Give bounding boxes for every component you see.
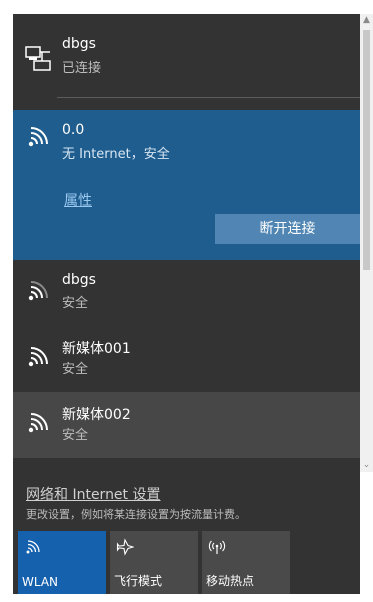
airplane-icon	[116, 538, 134, 556]
wifi-icon	[28, 281, 48, 301]
wlan-label: WLAN	[22, 575, 59, 589]
network-item[interactable]: 新媒体001 安全	[13, 326, 360, 392]
airplane-mode-label: 飞行模式	[114, 574, 163, 588]
mobile-hotspot-label: 移动热点	[206, 574, 255, 588]
wifi-icon	[28, 127, 48, 147]
network-flyout: dbgs 已连接 0.0 无 Internet，安全 属性 断开连接 dbgs …	[13, 14, 360, 594]
ethernet-status: 已连接	[62, 61, 102, 76]
scrollbar[interactable]: ▲ ⌄	[360, 14, 373, 472]
airplane-mode-toggle[interactable]: 飞行模式	[110, 531, 198, 594]
hotspot-icon	[208, 540, 226, 554]
network-item[interactable]: 新媒体002 安全	[13, 392, 360, 458]
network-status: 安全	[62, 428, 89, 443]
divider	[57, 97, 360, 98]
network-name: 新媒体002	[62, 407, 131, 423]
scroll-down-icon[interactable]: ⌄	[360, 459, 373, 472]
network-status: 安全	[62, 362, 89, 377]
network-settings-description: 更改设置，例如将某连接设置为按流量计费。	[26, 508, 246, 521]
wifi-icon	[26, 540, 40, 554]
network-settings-link[interactable]: 网络和 Internet 设置	[26, 484, 161, 504]
selected-network[interactable]: 0.0 无 Internet，安全 属性 断开连接	[13, 110, 360, 260]
network-status: 安全	[62, 296, 89, 311]
wifi-icon	[28, 347, 48, 367]
network-settings-panel: 网络和 Internet 设置 更改设置，例如将某连接设置为按流量计费。 WLA…	[13, 458, 360, 594]
wifi-icon	[28, 413, 48, 433]
mobile-hotspot-toggle[interactable]: 移动热点	[202, 531, 290, 594]
ethernet-connection[interactable]: dbgs 已连接	[13, 14, 360, 114]
network-item[interactable]: dbgs 安全	[13, 260, 360, 326]
selected-network-status: 无 Internet，安全	[62, 147, 170, 162]
disconnect-button[interactable]: 断开连接	[215, 214, 360, 244]
selected-network-name: 0.0	[62, 122, 85, 138]
network-name: 新媒体001	[62, 341, 131, 357]
ethernet-icon	[25, 46, 51, 71]
network-name: dbgs	[62, 272, 96, 288]
properties-link[interactable]: 属性	[64, 190, 92, 210]
scrollbar-thumb[interactable]	[363, 30, 370, 270]
wlan-toggle[interactable]: WLAN	[18, 531, 106, 594]
scroll-up-icon[interactable]: ▲	[360, 14, 373, 27]
ethernet-name: dbgs	[62, 36, 96, 52]
